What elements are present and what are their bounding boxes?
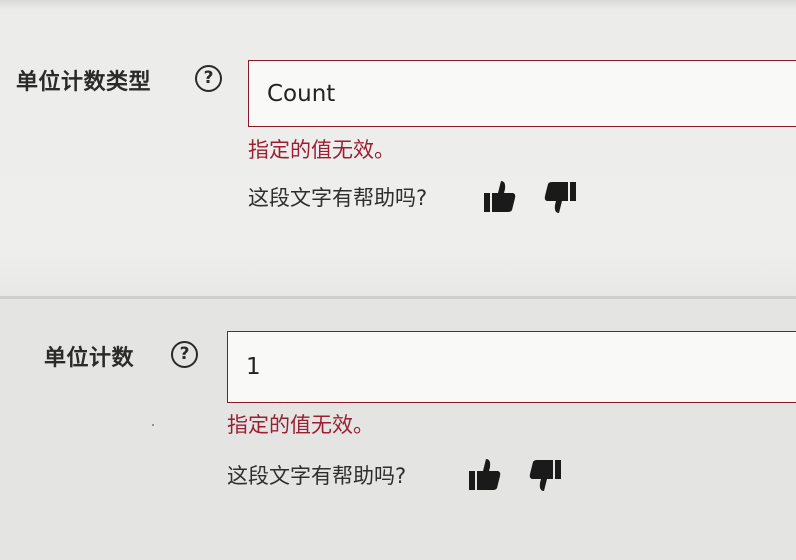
unit-count-type-field: 单位计数类型 ? Count 指定的值无效。 这段文字有帮助吗?	[0, 0, 796, 296]
unit-count-input[interactable]: 1	[227, 331, 796, 403]
unit-count-label: 单位计数	[44, 346, 135, 371]
unit-count-type-value: Count	[267, 80, 336, 107]
unit-count-type-feedback-prompt: 这段文字有帮助吗?	[248, 186, 428, 210]
unit-count-type-input[interactable]: Count	[248, 60, 796, 127]
question-circle-icon[interactable]: ?	[195, 65, 222, 92]
thumbs-down-icon[interactable]	[527, 458, 563, 494]
unit-count-type-error: 指定的值无效。	[248, 138, 395, 162]
unit-count-value: 1	[246, 354, 261, 380]
unit-count-field: 单位计数 ? 1 指定的值无效。 这段文字有帮助吗?	[0, 299, 796, 560]
question-circle-icon[interactable]: ?	[171, 341, 198, 368]
unit-count-error: 指定的值无效。	[227, 413, 374, 437]
thumbs-up-icon[interactable]	[482, 178, 518, 214]
unit-count-type-label: 单位计数类型	[16, 70, 152, 95]
form-screen: 单位计数类型 ? Count 指定的值无效。 这段文字有帮助吗? 单位计数 ? …	[0, 0, 796, 560]
thumbs-up-icon[interactable]	[467, 456, 503, 492]
unit-count-feedback-prompt: 这段文字有帮助吗?	[227, 464, 407, 488]
thumbs-down-icon[interactable]	[542, 180, 578, 216]
screen-speck	[152, 424, 154, 426]
